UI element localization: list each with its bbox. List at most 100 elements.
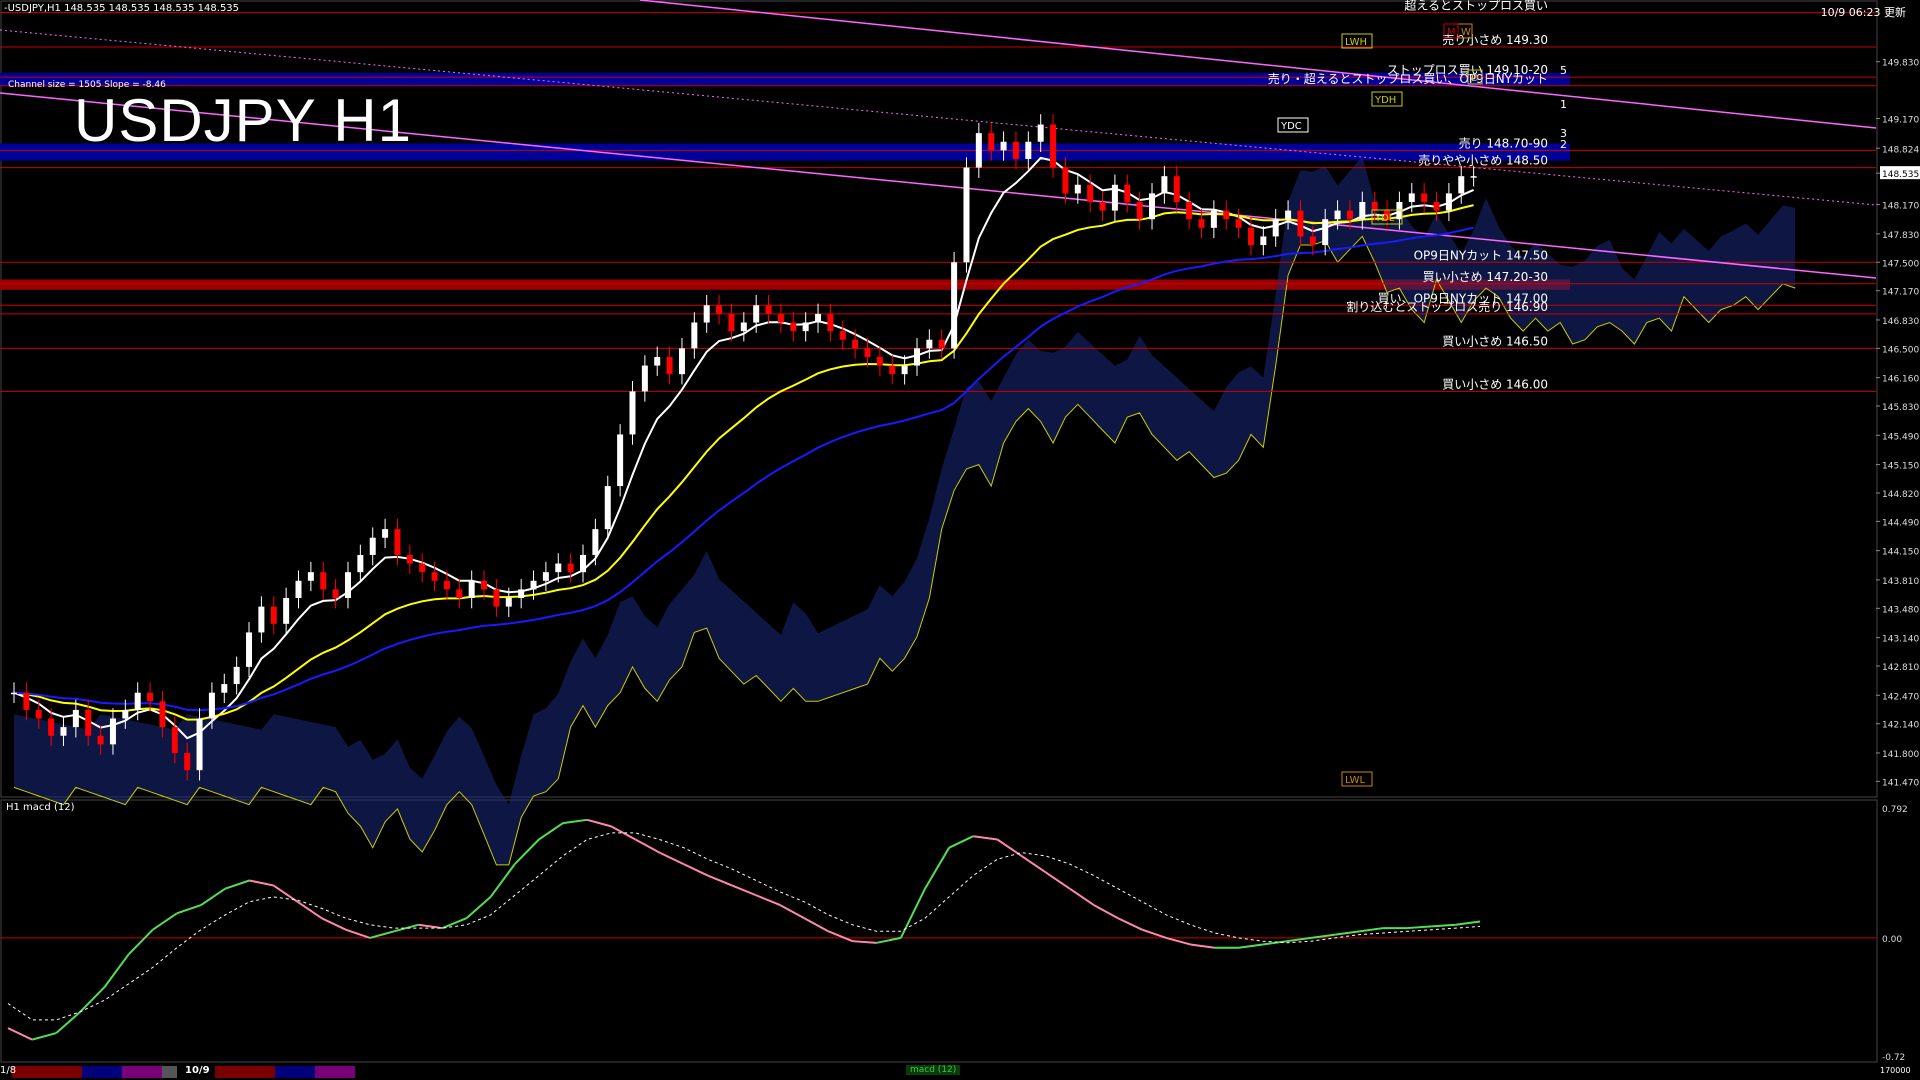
candle-body: [567, 563, 574, 573]
candle-body: [777, 313, 784, 323]
candle-body: [1470, 176, 1477, 178]
candle-body: [233, 666, 240, 685]
macd-segment: [828, 930, 853, 943]
price-level-lines: [0, 12, 1876, 392]
macd-segment: [369, 930, 395, 939]
candle-body: [802, 322, 809, 332]
candle-body: [740, 322, 747, 332]
candle-body: [184, 752, 191, 771]
macd-segment: [1045, 871, 1071, 890]
candle-body: [1149, 193, 1156, 220]
candle-body: [1037, 124, 1044, 142]
level-label: 買い小さめ 146.00: [1442, 377, 1548, 391]
channel-upper: [639, 0, 1877, 129]
y-tick-label: 149.830: [1882, 59, 1919, 69]
macd-segment: [55, 1010, 82, 1034]
macd-segment: [31, 1032, 57, 1041]
level-label: OP9日NYカット 147.50: [1414, 248, 1548, 262]
level-label: 買い小さめ 146.50: [1442, 334, 1548, 348]
macd-segment: [441, 917, 467, 929]
y-tick-label: 146.500: [1882, 345, 1919, 355]
candle-body: [1000, 141, 1007, 151]
y-tick-label: 143.140: [1882, 635, 1919, 645]
y-tick-label: 144.150: [1882, 548, 1919, 558]
y-tick-label: 147.830: [1882, 231, 1919, 241]
candle-body: [357, 554, 364, 573]
chart-canvas[interactable]: 1325 超えるとストップロス買い売り小さめ 149.30ストップロス買い 14…: [0, 0, 1920, 1080]
candle-body: [988, 133, 995, 151]
candle-body: [913, 348, 920, 366]
candle-body: [555, 563, 562, 573]
macd-segment: [852, 940, 877, 944]
candle-body: [617, 434, 624, 487]
candle-body: [394, 529, 401, 555]
symbol-info: -USDJPY,H1 148.535 148.535 148.535 148.5…: [4, 3, 240, 14]
tab-macd[interactable]: macd (12): [906, 1065, 961, 1075]
candle-body: [815, 313, 822, 323]
statusbar-segment: [122, 1066, 162, 1078]
macd-segment: [176, 904, 202, 915]
candle-body: [1359, 202, 1366, 220]
macd-segment: [803, 917, 829, 933]
candle-body: [852, 339, 859, 349]
candle-body: [1124, 184, 1131, 202]
candle-body: [382, 529, 389, 538]
candle-body: [1062, 167, 1069, 194]
statusbar-date: 10/9: [185, 1065, 210, 1076]
candle-body: [716, 305, 723, 314]
macd-segment: [876, 936, 902, 944]
macd-segment: [1359, 927, 1384, 933]
macd-y-tick-label: 0.792: [1882, 805, 1908, 815]
macd-segment: [514, 838, 540, 865]
y-tick-label: 148.824: [1882, 145, 1919, 155]
y-tick-label: 143.480: [1882, 605, 1919, 615]
macd-segment: [152, 912, 178, 931]
candle-body: [122, 709, 129, 719]
candle-body: [1322, 219, 1329, 246]
candle-body: [728, 313, 735, 332]
candle-body: [1087, 184, 1094, 202]
y-tick-label: 146.830: [1882, 317, 1919, 327]
candle-body: [159, 701, 166, 728]
macd-segment: [634, 838, 661, 854]
candle-body: [1445, 193, 1452, 211]
macd-segment: [1020, 855, 1047, 874]
candle-body: [530, 580, 537, 590]
marker-label: D: [1471, 73, 1479, 84]
candle-body: [1198, 219, 1205, 228]
macd-segment: [924, 847, 950, 890]
macd-segment: [707, 874, 733, 887]
macd-segment: [659, 851, 685, 865]
candle-body: [468, 580, 475, 598]
macd-segment: [731, 884, 757, 897]
candle-body: [246, 632, 253, 667]
level-label: 超えるとストップロス買い: [1404, 0, 1548, 13]
candle-body: [1285, 210, 1292, 220]
macd-segment: [1117, 917, 1143, 931]
candle-body: [208, 692, 215, 719]
candle-body: [1458, 176, 1465, 194]
chart-markers: YDH YDC YDL LWH LWL D WM: [1277, 23, 1483, 787]
marker-label: LWH: [1345, 37, 1367, 48]
candle-body: [691, 322, 698, 349]
macd-segment: [7, 1027, 33, 1041]
candle-body: [951, 262, 958, 349]
y-tick-label: 146.160: [1882, 375, 1919, 385]
macd-segment: [321, 917, 347, 931]
macd-y-tick-label: 0.00: [1882, 935, 1902, 945]
level-label: 割り込むとストップロス売り 146.90: [1346, 299, 1548, 314]
y-axis: 149.830 149.170 148.824 148.535 148.170 147.8…: [1876, 59, 1920, 788]
candle-body: [839, 331, 846, 340]
macd-title: H1 macd (12): [6, 802, 75, 813]
candle-body: [604, 486, 611, 530]
macd-pane-border: [0, 799, 1878, 1063]
candle-body: [406, 554, 413, 564]
candle-body: [889, 365, 896, 375]
candle-body: [307, 572, 314, 581]
macd-segment: [1166, 936, 1191, 946]
statusbar-segment: [162, 1066, 177, 1078]
candle-body: [790, 322, 797, 332]
candle-body: [270, 606, 277, 624]
macd-segment: [1141, 928, 1167, 939]
macd-segment: [1431, 923, 1456, 928]
